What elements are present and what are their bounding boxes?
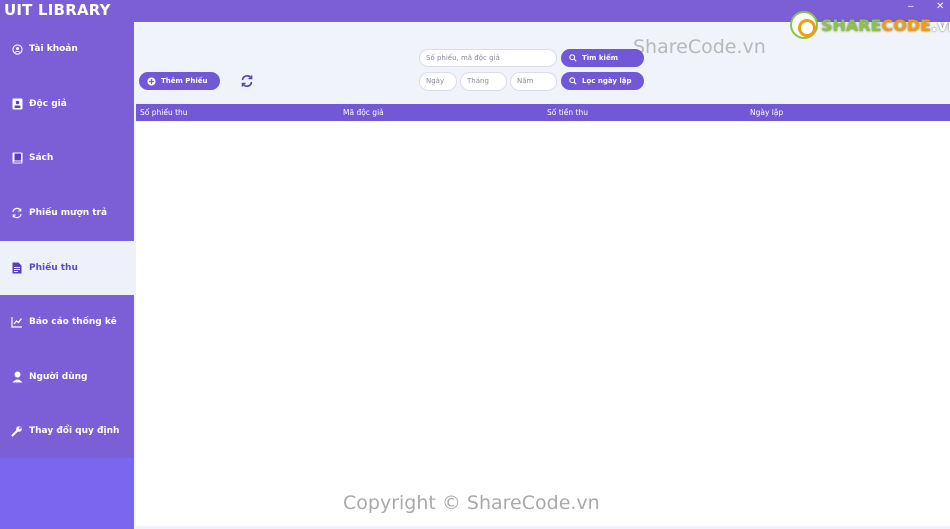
sidebar-item-label: Sách xyxy=(29,153,54,163)
watermark-top: ShareCode.vn xyxy=(633,36,766,58)
sidebar-item-sach[interactable]: Sách xyxy=(0,131,134,185)
search-button[interactable]: Tìm kiếm xyxy=(561,49,644,67)
chart-icon xyxy=(11,316,23,328)
filter-date-label: Lọc ngày lập xyxy=(582,77,632,85)
sidebar-item-label: Thay đổi quy định xyxy=(29,426,120,436)
sidebar-item-label: Tài khoản xyxy=(29,44,78,54)
sidebar-item-doc-gia[interactable]: Độc giả xyxy=(0,77,134,131)
table-header: Số phiếu thu Mã độc giả Số tiền thu Ngày… xyxy=(136,104,950,121)
plus-circle-icon xyxy=(147,76,156,86)
refresh-icon[interactable] xyxy=(240,74,254,88)
app-title: UIT LIBRARY xyxy=(4,1,111,19)
person-icon xyxy=(11,371,23,383)
sidebar-item-label: Người dùng xyxy=(29,372,88,382)
sidebar-item-label: Độc giả xyxy=(29,99,67,109)
search-icon xyxy=(569,54,577,62)
logo-text-domain: .vn xyxy=(931,15,950,35)
add-receipt-label: Thêm Phiếu xyxy=(161,77,208,85)
column-header-date[interactable]: Ngày lập xyxy=(750,108,783,117)
document-icon xyxy=(11,262,23,274)
filter-date-button[interactable]: Lọc ngày lập xyxy=(561,72,644,90)
search-icon xyxy=(569,77,577,85)
sidebar-item-label: Phiếu thu xyxy=(29,263,78,273)
sync-icon xyxy=(11,207,23,219)
column-header-reader-id[interactable]: Mã độc giả xyxy=(343,108,384,117)
sidebar-item-label: Phiếu mượn trả xyxy=(29,208,108,218)
logo-text-code: CODE xyxy=(881,15,932,35)
column-header-receipt-id[interactable]: Số phiếu thu xyxy=(140,108,188,117)
month-input[interactable]: Tháng xyxy=(460,72,507,91)
table-body[interactable] xyxy=(136,121,950,526)
day-input[interactable]: Ngày xyxy=(419,72,457,91)
sidebar-footer xyxy=(0,458,134,529)
logo-icon xyxy=(790,11,818,39)
sidebar-item-bao-cao-thong-ke[interactable]: Báo cáo thống kê xyxy=(0,295,134,349)
wrench-icon xyxy=(11,425,23,437)
sidebar-item-phieu-thu[interactable]: Phiếu thu xyxy=(0,241,136,295)
search-button-label: Tìm kiếm xyxy=(582,54,619,62)
logo-text-share: SHARE xyxy=(821,15,882,35)
add-receipt-button[interactable]: Thêm Phiếu xyxy=(139,72,220,90)
book-icon xyxy=(11,152,23,164)
year-input[interactable]: Năm xyxy=(510,72,557,91)
watermark-bottom: Copyright © ShareCode.vn xyxy=(343,492,600,514)
sidebar-item-thay-doi-quy-dinh[interactable]: Thay đổi quy định xyxy=(0,404,134,458)
sidebar-item-nguoi-dung[interactable]: Người dùng xyxy=(0,350,134,404)
sidebar-item-tai-khoan[interactable]: Tài khoản xyxy=(0,22,134,76)
sidebar-item-phieu-muon-tra[interactable]: Phiếu mượn trả xyxy=(0,186,134,240)
sidebar: Tài khoản Độc giả Sách Phiếu mượn trả Ph… xyxy=(0,22,136,529)
user-circle-icon xyxy=(11,43,23,55)
column-header-amount[interactable]: Số tiền thu xyxy=(547,108,588,117)
sharecode-logo: SHARECODE.vn xyxy=(790,10,950,40)
id-card-icon xyxy=(11,98,23,110)
sidebar-item-label: Báo cáo thống kê xyxy=(29,317,117,327)
search-input[interactable]: Số phiếu, mã độc giả xyxy=(419,49,557,67)
